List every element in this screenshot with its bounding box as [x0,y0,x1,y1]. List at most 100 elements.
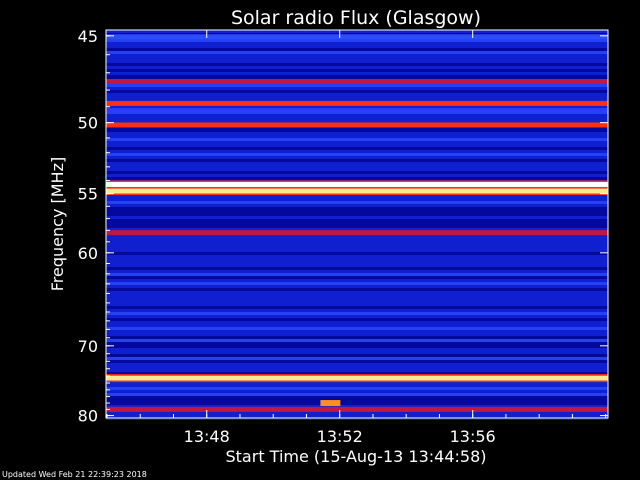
emission-band-edge [106,180,608,182]
noise-row [106,144,608,147]
noise-row [106,384,608,387]
noise-row [106,147,608,150]
noise-row [106,258,608,261]
noise-row [106,399,608,402]
x-axis-label: Start Time (15-Aug-13 13:44:58) [226,447,487,466]
noise-row [106,63,608,66]
noise-row [106,117,608,120]
noise-row [106,261,608,264]
noise-row [106,336,608,339]
emission-band-edge [106,193,608,196]
emission-band [106,122,608,128]
noise-row [106,39,608,42]
y-tick-label: 60 [78,244,98,263]
noise-row [106,303,608,306]
burst-layer [320,400,341,407]
noise-row [106,273,608,276]
noise-row [106,390,608,393]
noise-row [106,252,608,255]
noise-row [106,84,608,87]
noise-row [106,288,608,291]
noise-row [106,216,608,219]
noise-row [106,108,608,111]
noise-row [106,321,608,324]
noise-row [106,198,608,201]
noise-row [106,306,608,309]
noise-row [106,201,608,204]
noise-row [106,129,608,132]
noise-row [106,387,608,390]
noise-row [106,132,608,135]
emission-band [106,406,608,412]
noise-row [106,66,608,69]
noise-row [106,60,608,63]
noise-row [106,174,608,177]
noise-row [106,69,608,72]
emission-band [106,100,608,106]
noise-row [106,327,608,330]
x-tick-label: 13:52 [317,427,363,446]
noise-row [106,270,608,273]
y-tick-label: 80 [78,407,98,426]
noise-row [106,348,608,351]
noise-row [106,294,608,297]
noise-row [106,315,608,318]
noise-row [106,93,608,96]
x-tick-label: 13:56 [450,427,496,446]
emission-band [106,188,608,194]
noise-row [106,204,608,207]
noise-row [106,246,608,249]
noise-row [106,267,608,270]
emission-band-edge [106,380,608,383]
noise-row [106,168,608,171]
emission-band [106,79,608,85]
burst-mark [320,400,341,407]
noise-row [106,42,608,45]
emission-band [106,375,608,381]
noise-row [106,135,608,138]
noise-row [106,141,608,144]
emission-band [106,34,608,40]
noise-row [106,219,608,222]
noise-row [106,354,608,357]
noise-row [106,210,608,213]
noise-row [106,393,608,396]
noise-row [106,366,608,369]
noise-row [106,165,608,168]
emission-band [106,230,608,236]
noise-row [106,237,608,240]
noise-row [106,153,608,156]
noise-row [106,90,608,93]
y-tick-label: 45 [78,27,98,46]
noise-row [106,45,608,48]
noise-row [106,345,608,348]
noise-row [106,243,608,246]
y-tick-label: 55 [78,185,98,204]
noise-row [106,150,608,153]
noise-row [106,255,608,258]
plot-area [105,29,609,420]
noise-row [106,279,608,282]
noise-row [106,240,608,243]
noise-row [106,159,608,162]
x-tick-label: 13:48 [184,427,230,446]
noise-row [106,222,608,225]
noise-row [106,171,608,174]
noise-row [106,72,608,75]
noise-row [106,369,608,372]
noise-row [106,177,608,180]
spectrogram-chart: Solar radio Flux (Glasgow) 13:48 13:52 13:… [0,0,640,480]
noise-row [106,282,608,285]
noise-row [106,264,608,267]
noise-row [106,162,608,165]
noise-row [106,138,608,141]
noise-row [106,225,608,228]
noise-layer [106,30,608,420]
noise-row [106,156,608,159]
chart-title: Solar radio Flux (Glasgow) [231,7,481,29]
noise-row [106,342,608,345]
noise-row [106,357,608,360]
emission-band-edge [106,187,608,189]
noise-row [106,51,608,54]
noise-row [106,213,608,216]
